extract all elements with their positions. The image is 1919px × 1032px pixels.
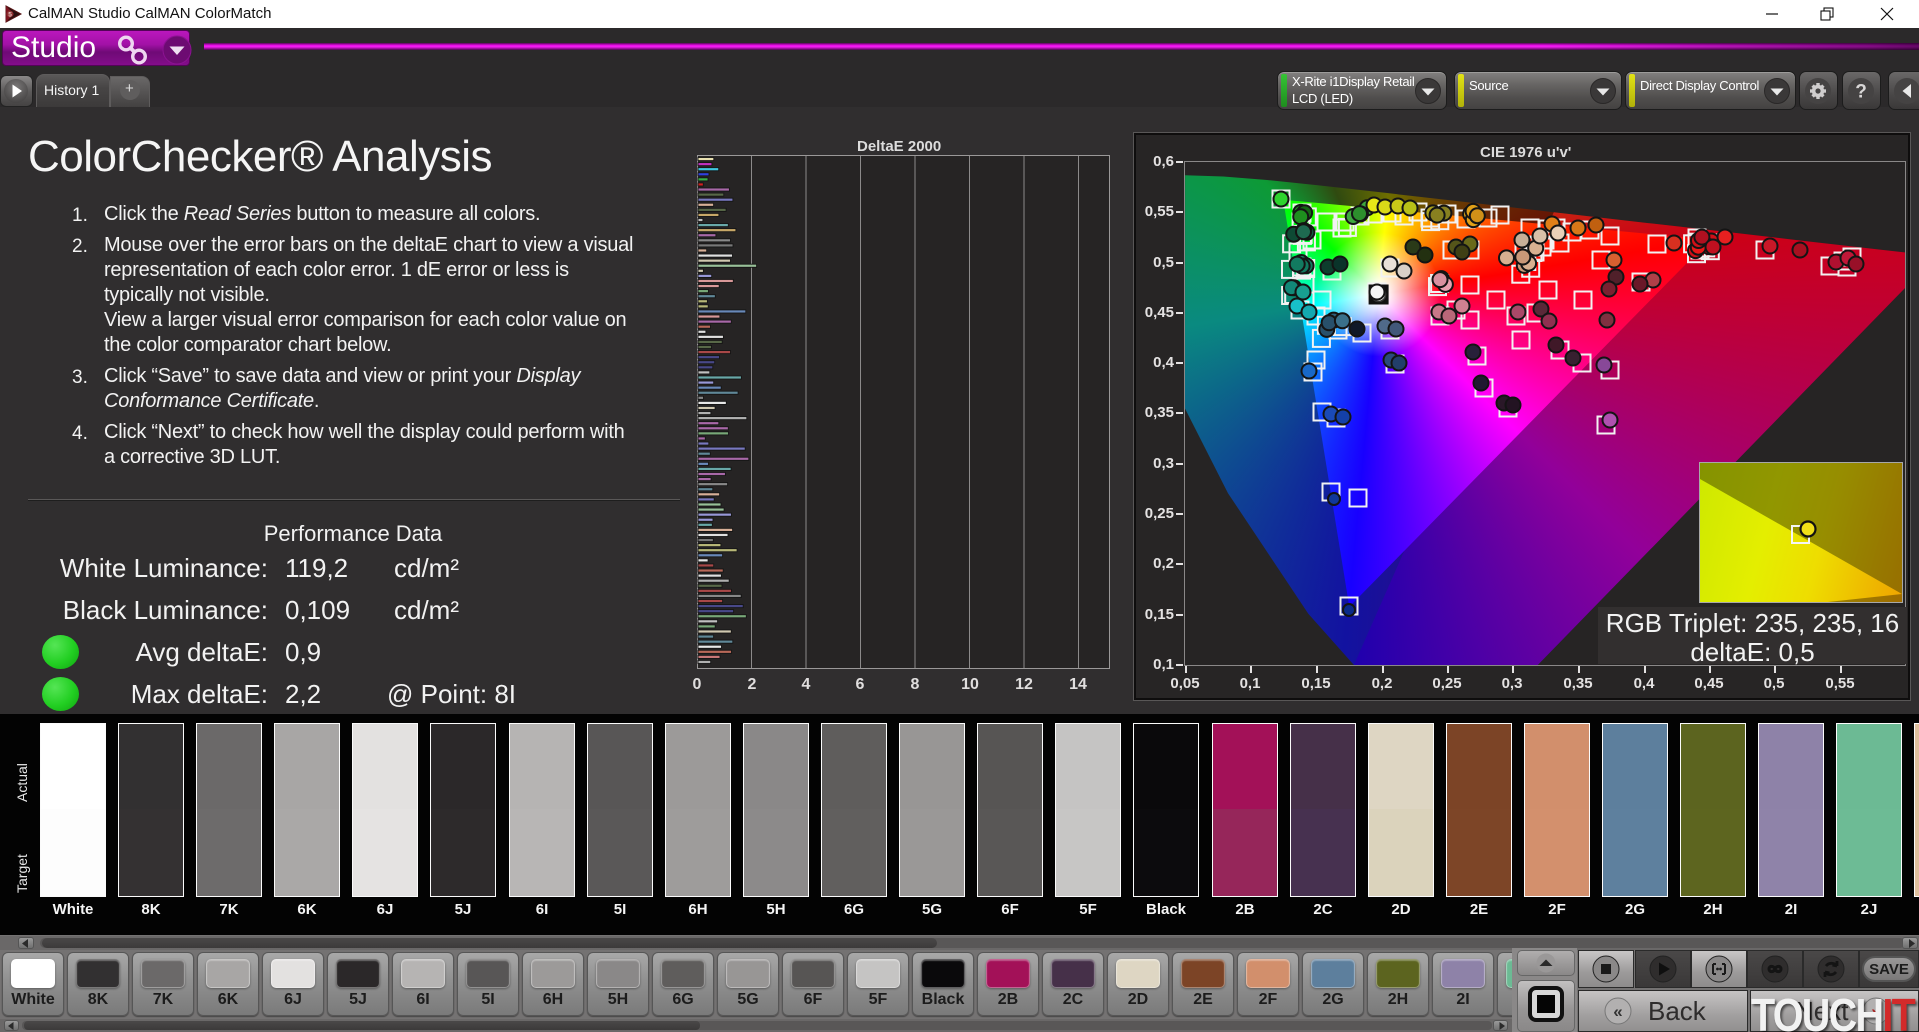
- svg-text:?: ?: [1855, 82, 1867, 103]
- svg-text:«: «: [1613, 1002, 1622, 1021]
- svg-text:5: 5: [8, 12, 12, 19]
